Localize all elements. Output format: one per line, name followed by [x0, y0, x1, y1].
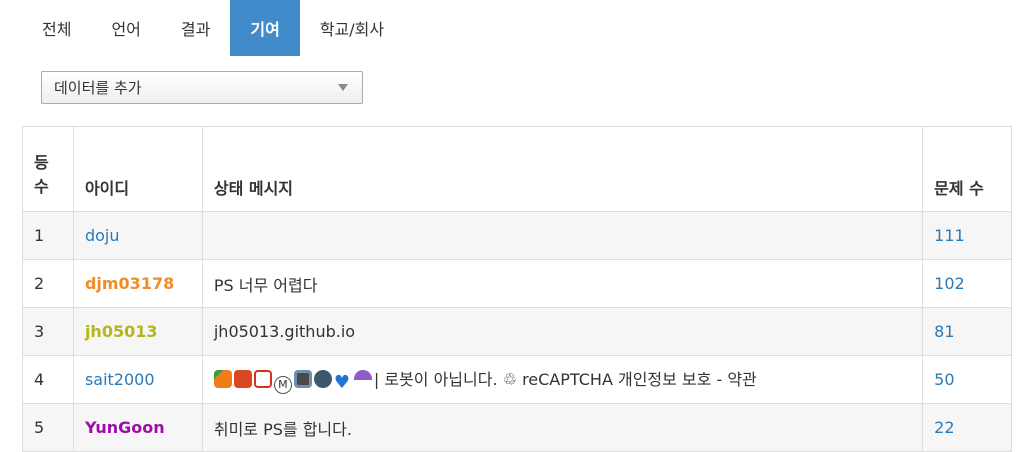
table-row: 1 doju 111	[22, 211, 1012, 260]
tab-contribution[interactable]: 기여	[230, 0, 300, 56]
rank-cell: 2	[22, 259, 74, 308]
header-rank-line2: 수	[34, 177, 49, 196]
dropdown-arrow-icon	[338, 84, 348, 91]
mobile-phone-icon	[293, 369, 312, 388]
user-cell: sait2000	[72, 355, 203, 404]
header-status[interactable]: 상태 메시지	[201, 126, 924, 212]
umbrella-rain-icon	[353, 369, 372, 388]
tab-school-company[interactable]: 학교/회사	[300, 0, 404, 56]
problem-count-link[interactable]: 22	[934, 418, 954, 437]
japanese-symbol-icon	[253, 369, 272, 388]
tab-bar: 전체 언어 결과 기여 학교/회사	[22, 0, 404, 56]
rank-cell: 4	[22, 355, 74, 404]
table-row: 3 jh05013 jh05013.github.io 81	[22, 307, 1012, 356]
status-text: | 로봇이 아닙니다. ♲ reCAPTCHA 개인정보 보호 - 약관	[373, 369, 757, 389]
rank-cell: 3	[22, 307, 74, 356]
count-cell: 111	[922, 211, 1012, 260]
status-cell	[201, 211, 924, 260]
count-cell: 22	[922, 403, 1012, 452]
table-header-row: 등 수 아이디 상태 메시지 문제 수	[22, 126, 1012, 212]
problem-count-link[interactable]: 50	[934, 370, 954, 389]
status-cell: PS 너무 어렵다	[201, 259, 924, 308]
user-cell: YunGoon	[72, 403, 203, 452]
tab-all[interactable]: 전체	[22, 0, 91, 56]
user-cell: djm03178	[72, 259, 203, 308]
table-row: 2 djm03178 PS 너무 어렵다 102	[22, 259, 1012, 308]
header-rank-line1: 등	[34, 153, 49, 172]
count-cell: 50	[922, 355, 1012, 404]
table-row: 5 YunGoon 취미로 PS를 합니다. 22	[22, 403, 1012, 452]
status-cell: M ♥ | 로봇이 아닙니다. ♲ reCAPTCHA 개인정보 보호 - 약관	[201, 355, 924, 404]
data-add-select[interactable]: 데이터를 추가	[41, 71, 363, 104]
user-link[interactable]: YunGoon	[85, 418, 165, 437]
status-cell: jh05013.github.io	[201, 307, 924, 356]
rank-cell: 1	[22, 211, 74, 260]
count-cell: 102	[922, 259, 1012, 308]
carrot-icon	[213, 369, 232, 388]
count-cell: 81	[922, 307, 1012, 356]
header-id[interactable]: 아이디	[72, 126, 203, 212]
cat-face-icon	[233, 369, 252, 388]
tab-language[interactable]: 언어	[91, 0, 160, 56]
user-link[interactable]: doju	[85, 226, 120, 245]
m-circle-icon: M	[273, 375, 292, 394]
header-count[interactable]: 문제 수	[922, 126, 1012, 212]
ranking-table: 등 수 아이디 상태 메시지 문제 수 1 doju 111 2 djm0317…	[22, 126, 1012, 452]
header-rank[interactable]: 등 수	[22, 126, 74, 212]
tab-result[interactable]: 결과	[161, 0, 230, 56]
problem-count-link[interactable]: 81	[934, 322, 954, 341]
user-link[interactable]: jh05013	[85, 322, 158, 341]
user-link[interactable]: sait2000	[85, 370, 155, 389]
rank-cell: 5	[22, 403, 74, 452]
table-row: 4 sait2000 M ♥ | 로봇이 아닙니다. ♲ reCAPTCHA 개인정…	[22, 355, 1012, 404]
user-cell: doju	[72, 211, 203, 260]
user-cell: jh05013	[72, 307, 203, 356]
data-add-select-value: 데이터를 추가	[54, 79, 142, 97]
blue-heart-icon: ♥	[333, 371, 350, 393]
status-cell: 취미로 PS를 합니다.	[201, 403, 924, 452]
spiral-shell-icon	[313, 369, 332, 388]
problem-count-link[interactable]: 102	[934, 274, 965, 293]
problem-count-link[interactable]: 111	[934, 226, 965, 245]
user-link[interactable]: djm03178	[85, 274, 174, 293]
